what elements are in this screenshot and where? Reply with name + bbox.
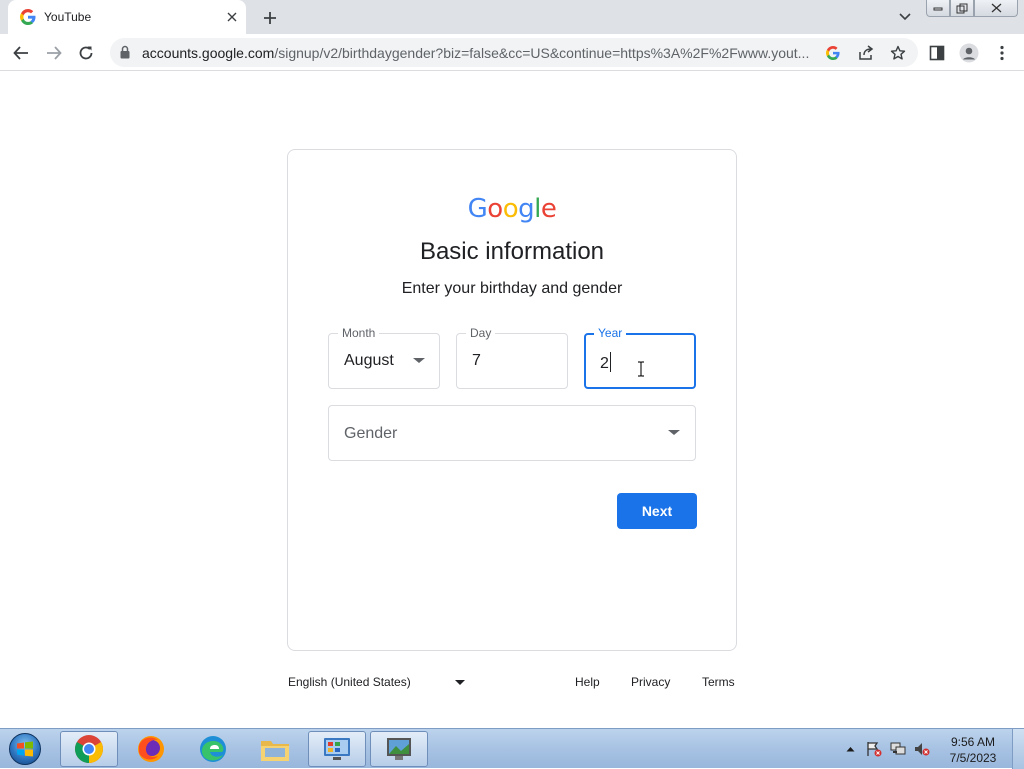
taskbar-edge[interactable] bbox=[184, 731, 242, 767]
start-button[interactable] bbox=[4, 731, 46, 767]
new-tab-icon[interactable] bbox=[258, 6, 282, 30]
logo-letter: G bbox=[467, 194, 488, 224]
firefox-icon bbox=[138, 736, 164, 762]
volume-muted-icon[interactable] bbox=[914, 741, 930, 757]
gender-select[interactable]: Gender bbox=[328, 405, 696, 461]
edge-icon bbox=[200, 736, 226, 762]
terms-link[interactable]: Terms bbox=[702, 675, 735, 689]
chrome-icon bbox=[75, 735, 103, 763]
help-link[interactable]: Help bbox=[575, 675, 600, 689]
restore-icon[interactable] bbox=[950, 0, 974, 17]
address-bar[interactable]: accounts.google.com/signup/v2/birthdayge… bbox=[110, 38, 918, 67]
lock-icon[interactable] bbox=[120, 45, 130, 59]
url-path: /signup/v2/birthdaygender?biz=false&cc=U… bbox=[274, 45, 810, 61]
reload-icon[interactable] bbox=[73, 40, 99, 66]
control-panel-icon bbox=[324, 738, 350, 760]
window-controls bbox=[926, 0, 1018, 18]
clock-date: 7/5/2023 bbox=[949, 751, 997, 765]
taskbar-chrome[interactable] bbox=[60, 731, 118, 767]
gender-dropdown-icon bbox=[668, 430, 680, 435]
tab-strip: YouTube bbox=[0, 0, 1024, 34]
page-subtitle: Enter your birthday and gender bbox=[401, 280, 623, 297]
logo-letter: l bbox=[534, 194, 541, 224]
tab-youtube[interactable]: YouTube bbox=[8, 0, 246, 34]
browser-toolbar: accounts.google.com/signup/v2/birthdayge… bbox=[0, 34, 1024, 71]
side-panel-icon[interactable] bbox=[926, 42, 948, 64]
day-label: Day bbox=[466, 326, 496, 340]
text-caret bbox=[609, 352, 611, 372]
minimize-icon[interactable] bbox=[926, 0, 950, 17]
taskbar-firefox[interactable] bbox=[122, 731, 180, 767]
url-text[interactable]: accounts.google.com/signup/v2/birthdayge… bbox=[142, 45, 814, 61]
action-center-flag-icon[interactable] bbox=[866, 741, 882, 757]
remote-desktop-icon bbox=[387, 738, 411, 760]
windows-logo-icon bbox=[9, 733, 41, 765]
show-hidden-icons-icon[interactable] bbox=[846, 746, 855, 752]
tab-search-chevron-icon[interactable] bbox=[894, 7, 916, 27]
tab-close-icon[interactable] bbox=[222, 7, 242, 27]
google-lens-icon[interactable] bbox=[823, 43, 843, 63]
network-icon[interactable] bbox=[890, 741, 906, 757]
day-input[interactable]: Day 7 bbox=[456, 326, 568, 389]
forward-arrow-icon[interactable] bbox=[41, 40, 67, 66]
taskbar-remote-desktop[interactable] bbox=[370, 731, 428, 767]
chrome-menu-icon[interactable] bbox=[991, 42, 1013, 64]
year-label: Year bbox=[594, 326, 627, 340]
show-desktop-button[interactable] bbox=[1012, 729, 1024, 769]
clock[interactable]: 9:56 AM 7/5/2023 bbox=[940, 734, 1006, 766]
logo-letter: e bbox=[540, 194, 557, 224]
profile-avatar-icon[interactable] bbox=[958, 42, 980, 64]
back-arrow-icon[interactable] bbox=[8, 40, 34, 66]
url-host: accounts.google.com bbox=[142, 45, 275, 61]
window-close-icon[interactable] bbox=[974, 0, 1018, 17]
clock-time: 9:56 AM bbox=[950, 735, 996, 749]
day-value: 7 bbox=[472, 352, 481, 369]
month-dropdown-icon bbox=[413, 358, 425, 363]
signup-card: Google Basic information Enter your birt… bbox=[287, 149, 737, 651]
logo-letter: o bbox=[487, 194, 503, 224]
mouse-ibeam-cursor-icon bbox=[638, 361, 644, 377]
month-value: August bbox=[344, 352, 394, 369]
file-explorer-icon bbox=[261, 741, 289, 761]
google-favicon-icon bbox=[20, 9, 36, 25]
logo-letter: o bbox=[502, 194, 519, 224]
taskbar-control-panel[interactable] bbox=[308, 731, 366, 767]
month-select[interactable]: Month August bbox=[328, 326, 440, 389]
taskbar-file-explorer[interactable] bbox=[246, 731, 304, 767]
language-selector[interactable]: English (United States) bbox=[288, 675, 411, 689]
tab-title: YouTube bbox=[44, 10, 92, 24]
month-label: Month bbox=[338, 326, 380, 340]
next-button[interactable]: Next bbox=[617, 493, 697, 529]
year-value-wrap: 2 bbox=[600, 352, 611, 373]
privacy-link[interactable]: Privacy bbox=[631, 675, 670, 689]
bookmark-star-icon[interactable] bbox=[888, 43, 908, 63]
google-logo: Google bbox=[288, 194, 736, 224]
page-title: Basic information bbox=[419, 238, 605, 265]
year-value: 2 bbox=[600, 355, 609, 372]
windows-taskbar: 9:56 AM 7/5/2023 bbox=[0, 728, 1024, 769]
gender-placeholder: Gender bbox=[344, 425, 398, 442]
language-dropdown-icon[interactable] bbox=[455, 680, 465, 685]
logo-letter: g bbox=[518, 194, 535, 224]
share-icon[interactable] bbox=[856, 43, 876, 63]
